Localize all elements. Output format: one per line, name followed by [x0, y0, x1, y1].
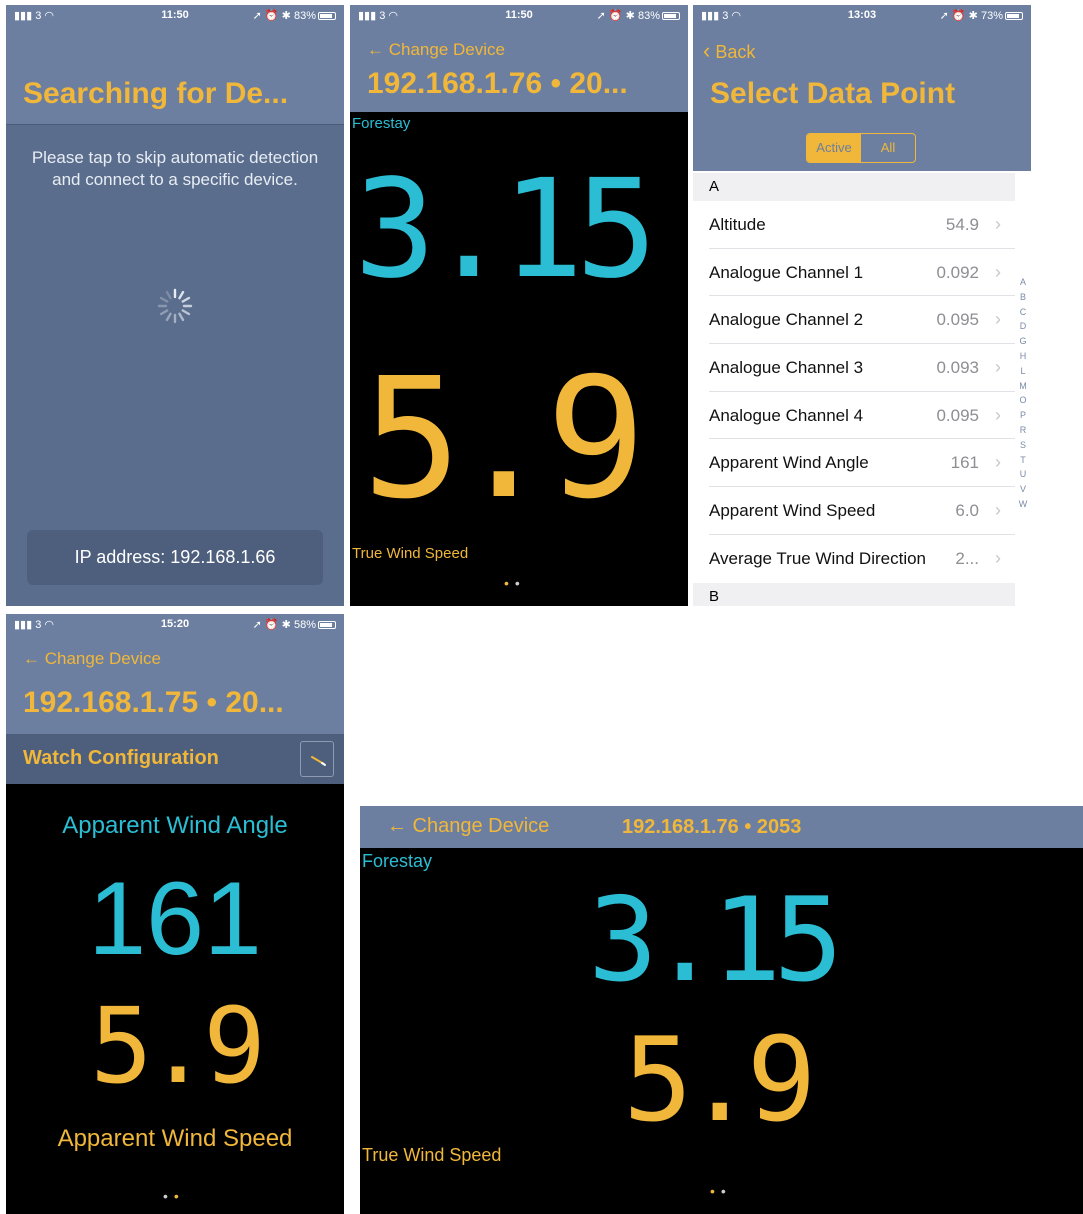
device-title: 192.168.1.76 • 20...	[367, 67, 628, 100]
page-title: Select Data Point	[710, 77, 956, 110]
top-data-value[interactable]: 3.15	[354, 155, 658, 305]
nav-header: ▮▮▮ 3 ◠ 15:20 ➚ ⏰ ✱ 58% ← Change Device …	[6, 614, 344, 734]
list-item[interactable]: Analogue Channel 4 0.095 ›	[709, 392, 1015, 440]
chevron-right-icon: ›	[995, 404, 1001, 425]
change-device-button[interactable]: ← Change Device	[23, 649, 161, 669]
chevron-right-icon: ›	[995, 309, 1001, 330]
battery-indicator: ➚ ⏰ ✱ 58%	[253, 618, 336, 631]
change-device-button[interactable]: ← Change Device	[367, 40, 505, 60]
battery-icon	[318, 621, 336, 630]
bottom-data-value[interactable]: 5.9	[6, 986, 344, 1106]
change-device-button[interactable]: ← Change Device	[387, 815, 549, 838]
battery-indicator: ➚ ⏰ ✱ 83%	[597, 9, 680, 22]
page-title: Searching for De...	[23, 77, 289, 110]
watch-configuration-bar: Watch Configuration	[6, 734, 344, 784]
page-indicator[interactable]: ••	[504, 575, 526, 591]
section-index[interactable]: A B C D G H L M O P R S T U V W	[1017, 275, 1029, 512]
bottom-data-value[interactable]: 5.9	[623, 1016, 816, 1146]
top-data-label: Apparent Wind Angle	[62, 812, 288, 839]
bottom-data-label: Apparent Wind Speed	[57, 1125, 293, 1152]
bottom-data-label: True Wind Speed	[362, 1145, 502, 1165]
bottom-data-value[interactable]: 5.9	[362, 350, 646, 530]
nav-header: ▮▮▮ 3 ◠ 11:50 ➚ ⏰ ✱ 83% ← Change Device …	[350, 5, 688, 112]
watch-configuration-screen: ▮▮▮ 3 ◠ 15:20 ➚ ⏰ ✱ 58% ← Change Device …	[6, 614, 344, 1214]
status-bar: ▮▮▮ 3 ◠ 11:50 ➚ ⏰ ✱ 83%	[6, 5, 344, 27]
chevron-right-icon: ›	[995, 357, 1001, 378]
chevron-right-icon: ›	[995, 452, 1001, 473]
edit-button[interactable]	[300, 741, 334, 777]
top-data-value[interactable]: 161	[6, 859, 344, 979]
data-point-list: Altitude 54.9 › Analogue Channel 1 0.092 › A…	[693, 201, 1015, 583]
list-item[interactable]: Apparent Wind Angle 161 ›	[709, 439, 1015, 488]
battery-icon	[1005, 12, 1023, 21]
device-title: 192.168.1.76 • 2053	[622, 816, 802, 838]
section-header-b: B	[693, 583, 1015, 606]
nav-header: ▮▮▮ 3 ◠ 11:50 ➚ ⏰ ✱ 83% Searching for De…	[6, 5, 344, 125]
section-header-a: A	[693, 173, 1015, 201]
chevron-right-icon: ›	[995, 500, 1001, 521]
page-indicator[interactable]: ••	[163, 1188, 185, 1204]
list-item[interactable]: Average True Wind Direction 2... ›	[709, 535, 1015, 583]
chevron-right-icon: ›	[995, 547, 1001, 568]
list-item[interactable]: Analogue Channel 3 0.093 ›	[709, 344, 1015, 392]
list-item[interactable]: Analogue Channel 2 0.095 ›	[709, 296, 1015, 345]
bottom-data-label: True Wind Speed	[352, 545, 469, 562]
nav-header: ▮▮▮ 3 ◠ 13:03 ➚ ⏰ ✱ 73% ‹ Back Select Da…	[693, 5, 1031, 171]
back-button[interactable]: ‹ Back	[703, 38, 755, 64]
display-screen-portrait: ▮▮▮ 3 ◠ 11:50 ➚ ⏰ ✱ 83% ← Change Device …	[350, 5, 688, 606]
status-bar: ▮▮▮ 3 ◠ 11:50 ➚ ⏰ ✱ 83%	[350, 5, 688, 27]
chevron-right-icon: ›	[995, 261, 1001, 282]
segment-all[interactable]: All	[861, 134, 915, 162]
skip-detection-hint[interactable]: Please tap to skip automatic detection a…	[26, 147, 324, 191]
top-data-label: Forestay	[352, 115, 411, 132]
list-item[interactable]: Altitude 54.9 ›	[709, 201, 1015, 249]
list-item[interactable]: Apparent Wind Speed 6.0 ›	[709, 487, 1015, 535]
ip-address-button[interactable]: IP address: 192.168.1.66	[27, 530, 323, 585]
battery-indicator: ➚ ⏰ ✱ 83%	[253, 9, 336, 22]
status-bar: ▮▮▮ 3 ◠ 15:20 ➚ ⏰ ✱ 58%	[6, 614, 344, 636]
segment-active[interactable]: Active	[807, 134, 861, 162]
display-screen-landscape: ← Change Device 192.168.1.76 • 2053 Fore…	[360, 806, 1083, 1214]
chevron-left-icon: ‹	[703, 38, 711, 63]
status-bar: ▮▮▮ 3 ◠ 13:03 ➚ ⏰ ✱ 73%	[693, 5, 1031, 27]
select-data-point-screen: ▮▮▮ 3 ◠ 13:03 ➚ ⏰ ✱ 73% ‹ Back Select Da…	[693, 5, 1031, 606]
loading-spinner-icon	[157, 288, 193, 324]
battery-icon	[662, 12, 680, 21]
active-all-segmented-control: Active All	[806, 133, 916, 163]
searching-screen: ▮▮▮ 3 ◠ 11:50 ➚ ⏰ ✱ 83% Searching for De…	[6, 5, 344, 606]
nav-header: ← Change Device 192.168.1.76 • 2053	[360, 806, 1083, 848]
list-item[interactable]: Analogue Channel 1 0.092 ›	[709, 249, 1015, 297]
watch-configuration-title: Watch Configuration	[23, 747, 219, 769]
top-data-value[interactable]: 3.15	[588, 876, 843, 1006]
battery-icon	[318, 12, 336, 21]
page-indicator[interactable]: ••	[710, 1183, 732, 1199]
pencil-icon	[311, 756, 326, 766]
chevron-right-icon: ›	[995, 214, 1001, 234]
battery-indicator: ➚ ⏰ ✱ 73%	[940, 9, 1023, 22]
top-data-label: Forestay	[362, 851, 433, 871]
device-title: 192.168.1.75 • 20...	[23, 686, 284, 719]
